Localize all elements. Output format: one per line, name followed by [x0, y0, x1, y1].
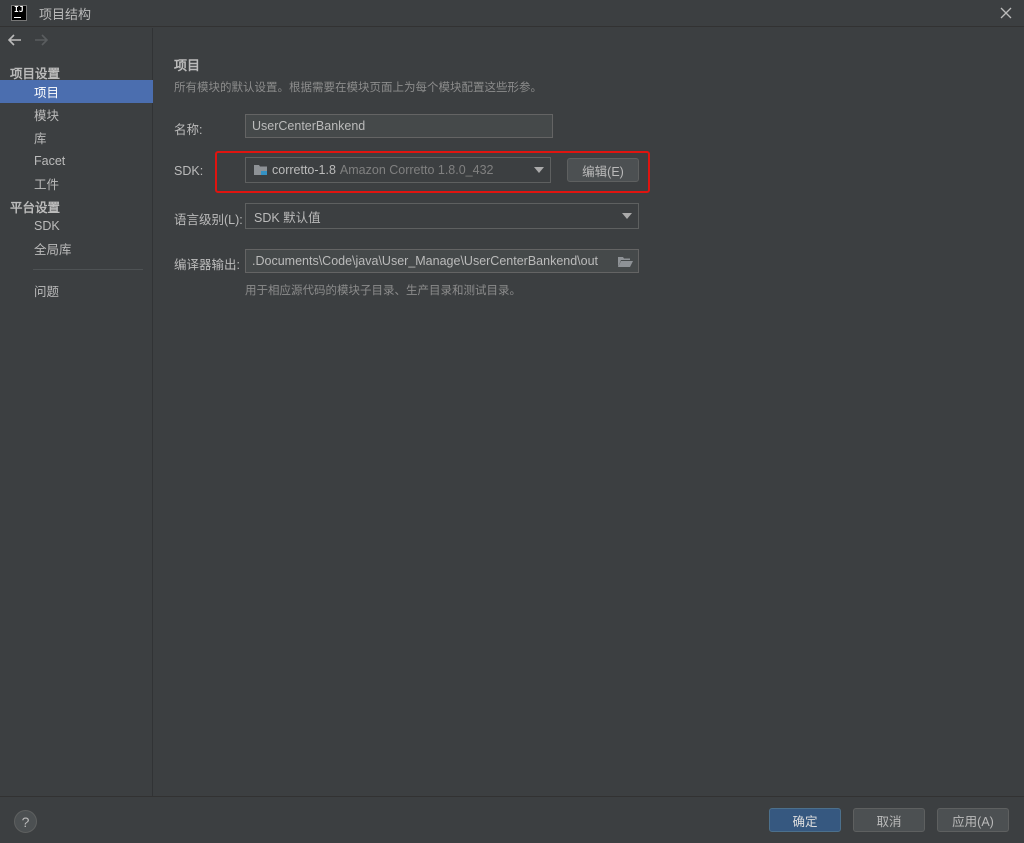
help-button[interactable]: ?	[14, 810, 37, 833]
sidebar-item-global-libraries[interactable]: 全局库	[0, 237, 153, 260]
sdk-highlight-annotation	[215, 151, 650, 193]
sidebar-item-libraries[interactable]: 库	[0, 126, 153, 149]
page-description: 所有模块的默认设置。根据需要在模块页面上为每个模块配置这些形参。	[174, 82, 542, 94]
chevron-down-icon	[622, 213, 632, 219]
language-level-label: 语言级别(L):	[174, 213, 243, 227]
apply-button[interactable]: 应用(A)	[937, 808, 1009, 832]
title-bar: 项目结构	[0, 0, 1024, 27]
ok-button[interactable]: 确定	[769, 808, 841, 832]
compiler-output-hint: 用于相应源代码的模块子目录、生产目录和测试目录。	[245, 285, 521, 297]
compiler-output-value: .Documents\Code\java\User_Manage\UserCen…	[252, 254, 599, 268]
sidebar-item-sdk[interactable]: SDK	[0, 214, 153, 237]
name-label: 名称:	[174, 123, 203, 137]
compiler-output-input[interactable]: .Documents\Code\java\User_Manage\UserCen…	[245, 249, 639, 273]
sidebar-item-artifacts[interactable]: 工件	[0, 172, 153, 195]
browse-folder-icon[interactable]	[618, 256, 633, 268]
sidebar-item-facet[interactable]: Facet	[0, 149, 153, 172]
arrow-right-icon[interactable]	[34, 34, 48, 46]
sidebar-item-modules[interactable]: 模块	[0, 103, 153, 126]
language-level-value: SDK 默认值	[254, 210, 321, 225]
name-input[interactable]: UserCenterBankend	[245, 114, 553, 138]
page-title: 项目	[174, 58, 201, 73]
dialog-footer: ? 确定 取消 应用(A)	[0, 796, 1024, 843]
close-button[interactable]	[998, 5, 1014, 21]
language-level-dropdown[interactable]: SDK 默认值	[245, 203, 639, 229]
sidebar-item-project[interactable]: 项目	[0, 80, 153, 103]
sdk-label: SDK:	[174, 164, 204, 178]
main-panel: 项目 所有模块的默认设置。根据需要在模块页面上为每个模块配置这些形参。 名称: …	[154, 28, 1024, 796]
cancel-button[interactable]: 取消	[853, 808, 925, 832]
intellij-app-icon	[11, 5, 27, 21]
sidebar: 项目设置 项目 模块 库 Facet 工件 平台设置 SDK 全局库 问题	[0, 28, 153, 796]
arrow-left-icon[interactable]	[8, 34, 22, 46]
sidebar-divider	[33, 269, 143, 270]
sidebar-item-problems[interactable]: 问题	[0, 279, 153, 302]
window-title: 项目结构	[39, 6, 92, 22]
close-icon	[1000, 7, 1012, 19]
compiler-output-label: 编译器输出:	[174, 258, 240, 272]
